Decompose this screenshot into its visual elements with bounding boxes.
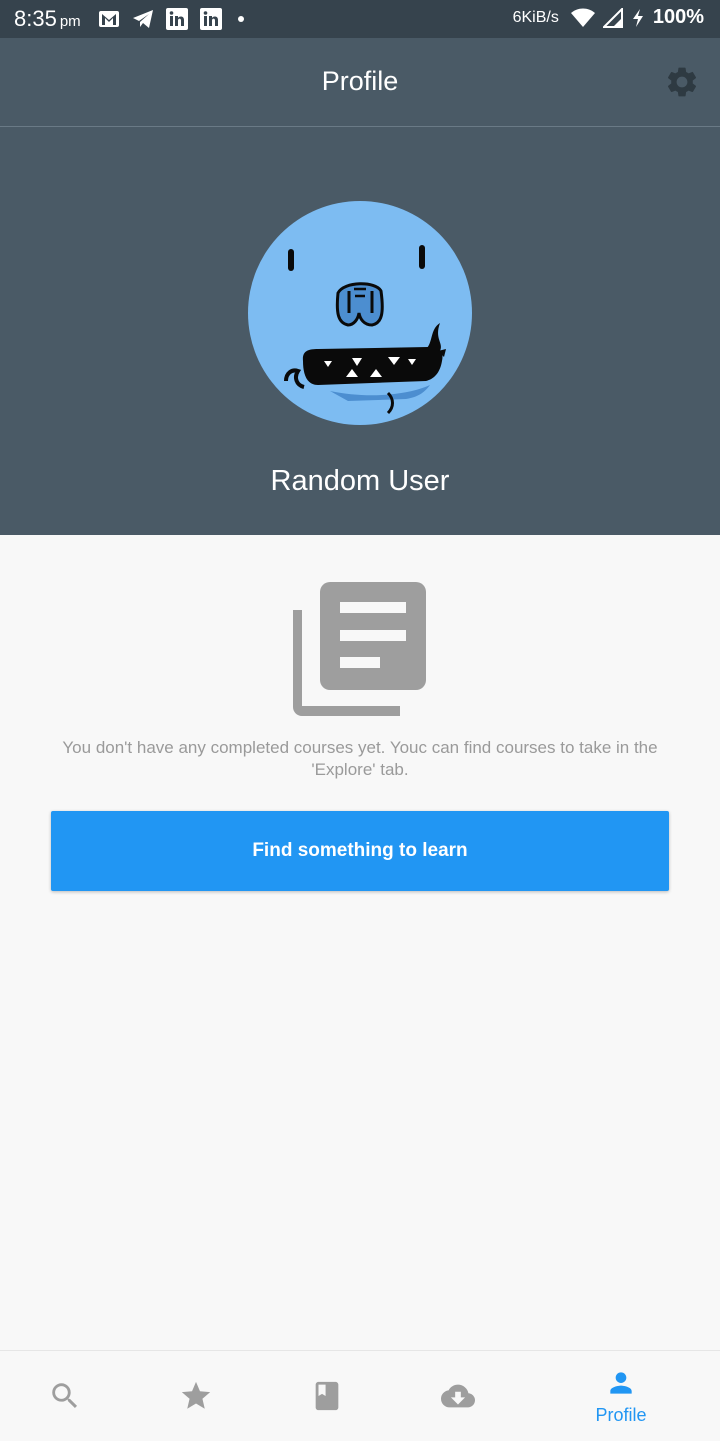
bottom-nav: Profile [0, 1350, 720, 1440]
app-bar: Profile [0, 38, 720, 127]
signal-icon [602, 7, 623, 28]
status-time: 8:35 pm [14, 6, 81, 32]
empty-state-message: You don't have any completed courses yet… [62, 738, 658, 779]
clock-time: 8:35 [14, 6, 57, 31]
status-right: 6KiB/s 100% [513, 6, 704, 29]
charging-icon [632, 8, 643, 27]
person-icon [610, 1372, 632, 1394]
nav-item-downloads[interactable] [408, 1351, 508, 1441]
nav-item-favorites[interactable] [146, 1351, 246, 1441]
settings-button[interactable] [664, 64, 700, 100]
nav-item-profile[interactable]: Profile [571, 1351, 671, 1441]
profile-header: Random User [0, 127, 720, 535]
telegram-icon [133, 10, 153, 28]
status-bar: 8:35 pm 6KiB/s 100% [0, 0, 720, 38]
star-icon [181, 1381, 211, 1409]
nav-item-search[interactable] [14, 1351, 114, 1441]
dot-icon [238, 16, 244, 22]
battery-percent: 100% [652, 6, 704, 28]
library-books-icon [293, 582, 426, 716]
nav-label-profile: Profile [595, 1405, 647, 1425]
linkedin-icon [200, 8, 222, 30]
page-title: Profile [321, 66, 399, 96]
clock-ampm: pm [59, 13, 81, 30]
net-speed: 6KiB/s [512, 8, 559, 26]
profile-name: Random User [270, 465, 450, 497]
wifi-icon [570, 8, 595, 27]
cloud-download-icon [441, 1384, 475, 1408]
gear-icon [667, 67, 697, 97]
find-something-button[interactable]: Find something to learn [51, 811, 669, 891]
avatar [248, 201, 472, 425]
gmail-icon [99, 11, 119, 27]
nav-item-library[interactable] [277, 1351, 377, 1441]
search-icon [52, 1383, 78, 1409]
notification-icons [98, 8, 248, 30]
book-icon [315, 1381, 339, 1411]
linkedin-icon [166, 8, 188, 30]
